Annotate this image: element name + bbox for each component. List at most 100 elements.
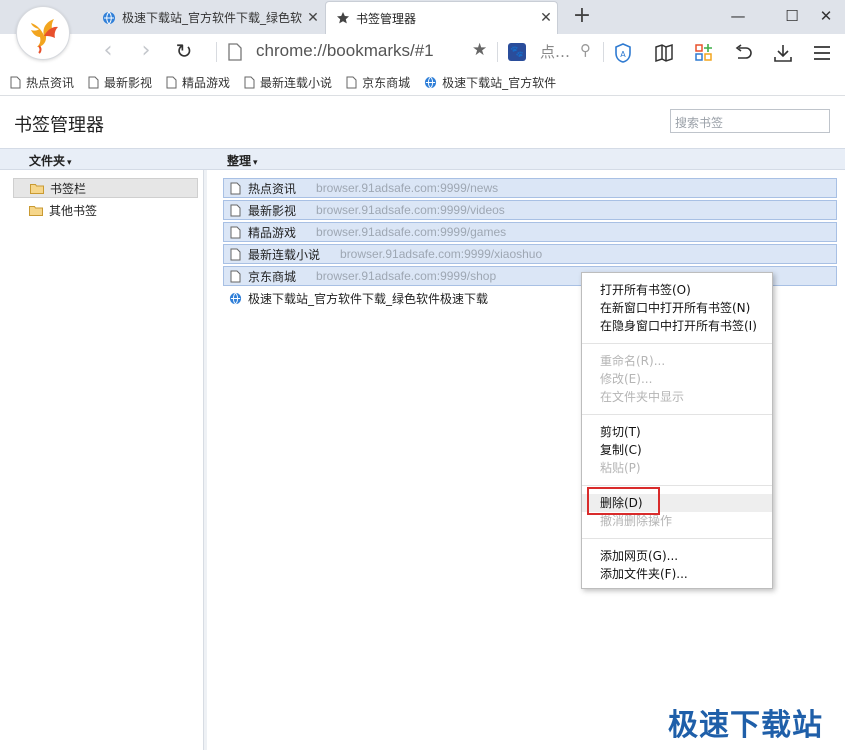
- back-button[interactable]: ‹: [95, 39, 121, 65]
- shield-icon[interactable]: A: [612, 42, 634, 64]
- tab-label: 书签管理器: [356, 11, 417, 26]
- bookmark-title: 精品游戏: [248, 225, 297, 240]
- bookmark-title: 极速下载站_官方软件下载_绿色软件极速下载: [248, 292, 489, 306]
- address-bar[interactable]: chrome://bookmarks/#1: [256, 41, 434, 61]
- folder-bookmarks-bar[interactable]: 书签栏: [13, 178, 198, 198]
- context-menu: 打开所有书签(O) 在新窗口中打开所有书签(N) 在隐身窗口中打开所有书签(I)…: [581, 272, 773, 589]
- tab-site[interactable]: 极速下载站_官方软件下载_绿色软件 ✕: [92, 1, 324, 34]
- apps-grid-icon[interactable]: [693, 42, 715, 64]
- undo-icon[interactable]: [732, 42, 754, 64]
- organize-menu-label: 整理: [227, 154, 252, 168]
- caret-down-icon: ▾: [67, 158, 72, 168]
- search-icon[interactable]: ⚲: [580, 41, 591, 59]
- bookmark-title: 热点资讯: [248, 181, 297, 196]
- close-tab-icon[interactable]: ✕: [535, 10, 557, 26]
- bookmark-bar-item[interactable]: 精品游戏: [166, 74, 230, 91]
- folder-label: 其他书签: [49, 203, 98, 218]
- bookmark-title: 最新影视: [248, 203, 297, 218]
- page-icon: [228, 43, 242, 61]
- bookmark-bar-label: 京东商城: [362, 76, 411, 90]
- globe-icon: [229, 292, 242, 305]
- minimize-button[interactable]: —: [724, 4, 752, 28]
- organize-menu-button[interactable]: 整理 ▾: [227, 152, 258, 169]
- menu-copy[interactable]: 复制(C): [582, 441, 772, 459]
- bookmarks-bar: 热点资讯 最新影视 精品游戏 最新连载小说 京东商城 极速下载站_官方软件: [0, 70, 845, 96]
- separator: [216, 42, 217, 62]
- bookmark-bar-label: 精品游戏: [182, 76, 231, 90]
- menu-separator: [582, 343, 772, 344]
- close-tab-icon[interactable]: ✕: [302, 10, 324, 26]
- page-icon: [244, 76, 255, 89]
- menu-cut[interactable]: 剪切(T): [582, 423, 772, 441]
- menu-open-all[interactable]: 打开所有书签(O): [582, 281, 772, 299]
- menu-rename[interactable]: 重命名(R)...: [582, 352, 772, 370]
- bookmark-row[interactable]: 极速下载站_官方软件下载_绿色软件极速下载: [229, 290, 488, 307]
- bookmark-row[interactable]: 最新影视 browser.91adsafe.com:9999/videos: [223, 200, 837, 220]
- separator: [603, 42, 604, 62]
- bookmark-star-icon[interactable]: ★: [472, 40, 487, 60]
- bookmark-bar-item[interactable]: 极速下载站_官方软件: [424, 74, 556, 91]
- bookmark-title: 最新连载小说: [248, 247, 321, 262]
- reader-book-icon[interactable]: [653, 42, 675, 64]
- bookmark-url: browser.91adsafe.com:9999/shop: [316, 269, 497, 283]
- search-box[interactable]: 点…: [540, 41, 570, 62]
- menu-paste[interactable]: 粘贴(P): [582, 459, 772, 477]
- page-icon: [230, 204, 241, 216]
- bookmark-search-input[interactable]: 搜索书签: [670, 109, 830, 133]
- page-icon: [88, 76, 99, 89]
- menu-open-all-incognito[interactable]: 在隐身窗口中打开所有书签(I): [582, 317, 772, 335]
- caret-down-icon: ▾: [253, 158, 258, 168]
- folder-other-bookmarks[interactable]: 其他书签: [13, 200, 198, 220]
- page-icon: [346, 76, 357, 89]
- page-icon: [166, 76, 177, 89]
- column-header-strip: [0, 148, 845, 170]
- globe-icon: [103, 11, 115, 24]
- menu-icon[interactable]: [811, 42, 833, 64]
- bookmark-bar-item[interactable]: 京东商城: [346, 74, 410, 91]
- download-icon[interactable]: [772, 42, 794, 64]
- menu-open-all-new-window[interactable]: 在新窗口中打开所有书签(N): [582, 299, 772, 317]
- menu-add-folder[interactable]: 添加文件夹(F)...: [582, 565, 772, 583]
- new-tab-button[interactable]: +: [570, 5, 594, 29]
- pane-splitter[interactable]: [203, 170, 207, 750]
- bookmark-bar-label: 最新影视: [104, 76, 153, 90]
- bookmark-bar-item[interactable]: 最新影视: [88, 74, 152, 91]
- menu-show-in-folder[interactable]: 在文件夹中显示: [582, 388, 772, 406]
- bookmark-bar-label: 最新连载小说: [260, 76, 333, 90]
- bookmark-bar-label: 热点资讯: [26, 76, 75, 90]
- folder-icon: [30, 183, 44, 194]
- maximize-button[interactable]: ☐: [778, 4, 806, 28]
- highlight-box: [587, 487, 660, 515]
- search-engine-icon[interactable]: 🐾: [508, 43, 526, 61]
- menu-separator: [582, 485, 772, 486]
- globe-icon: [425, 76, 437, 89]
- bird-logo-icon: [31, 19, 58, 54]
- menu-edit[interactable]: 修改(E)...: [582, 370, 772, 388]
- star-icon: [337, 12, 349, 24]
- reload-button[interactable]: ↻: [171, 39, 197, 65]
- bookmark-url: browser.91adsafe.com:9999/news: [316, 181, 499, 195]
- browser-logo[interactable]: [16, 6, 70, 60]
- close-window-button[interactable]: ✕: [812, 4, 840, 28]
- bookmark-bar-item[interactable]: 最新连载小说: [244, 74, 332, 91]
- page-icon: [230, 226, 241, 238]
- page-icon: [230, 270, 241, 282]
- bookmark-title: 京东商城: [248, 269, 297, 284]
- bookmark-row[interactable]: 精品游戏 browser.91adsafe.com:9999/games: [223, 222, 837, 242]
- svg-text:A: A: [620, 50, 626, 59]
- bookmark-bar-item[interactable]: 热点资讯: [10, 74, 74, 91]
- menu-add-page[interactable]: 添加网页(G)...: [582, 547, 772, 565]
- folders-menu-button[interactable]: 文件夹 ▾: [29, 152, 72, 169]
- bookmark-bar-label: 极速下载站_官方软件: [442, 76, 557, 90]
- separator: [497, 42, 498, 62]
- watermark: 极速下载站: [668, 708, 823, 743]
- tab-bookmarks-manager[interactable]: 书签管理器 ✕: [325, 1, 558, 34]
- bookmark-row[interactable]: 热点资讯 browser.91adsafe.com:9999/news: [223, 178, 837, 198]
- forward-button[interactable]: ›: [133, 39, 159, 65]
- page-title: 书签管理器: [14, 115, 104, 136]
- menu-separator: [582, 414, 772, 415]
- tab-strip: 极速下载站_官方软件下载_绿色软件 ✕ 书签管理器 ✕ + — ☐ ✕: [0, 0, 845, 34]
- bookmark-url: browser.91adsafe.com:9999/xiaoshuo: [340, 247, 543, 261]
- bookmark-row[interactable]: 最新连载小说 browser.91adsafe.com:9999/xiaoshu…: [223, 244, 837, 264]
- tab-label: 极速下载站_官方软件下载_绿色软件: [122, 11, 302, 25]
